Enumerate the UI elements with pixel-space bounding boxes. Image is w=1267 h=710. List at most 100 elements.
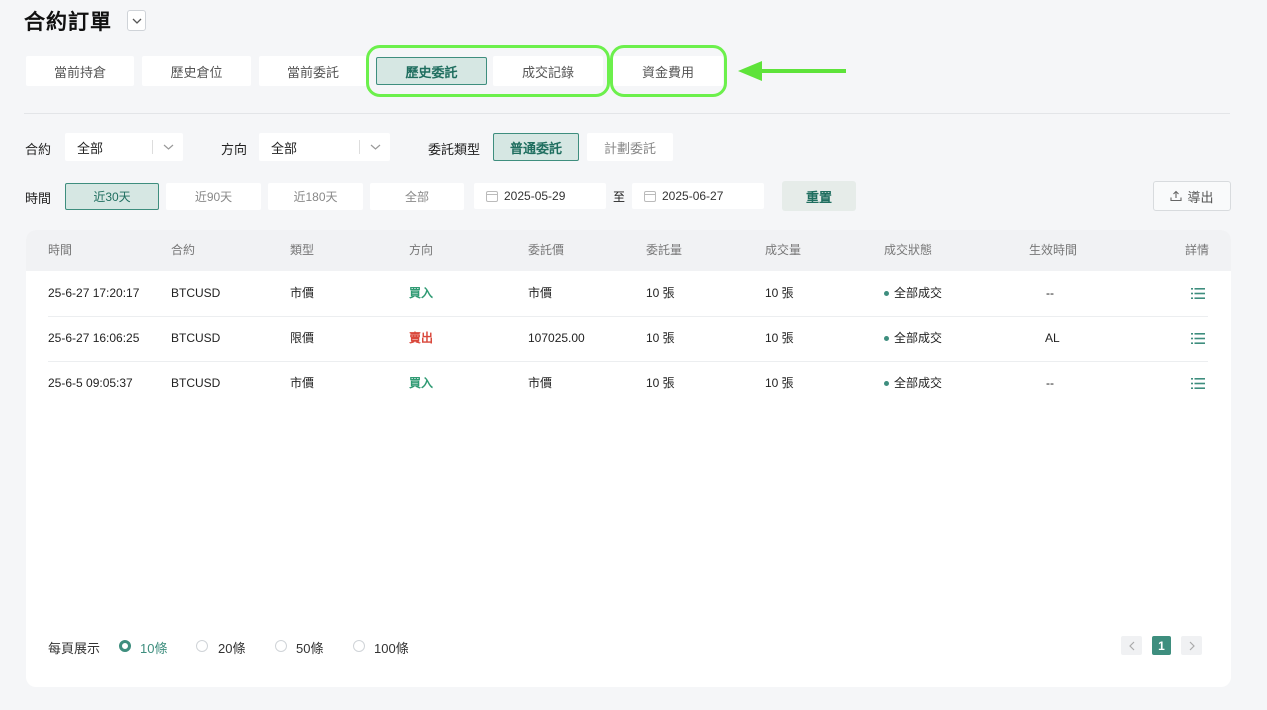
page-size-option-100[interactable]: 100條 bbox=[374, 638, 409, 657]
tab-position-history[interactable]: 歷史倉位 bbox=[142, 56, 251, 86]
cell-filled-qty: 10 張 bbox=[765, 376, 794, 390]
annotation-arrow-icon bbox=[738, 61, 762, 81]
cell-time: 25-6-5 09:05:37 bbox=[48, 376, 133, 390]
table-header: 時間 合約 類型 方向 委託價 委託量 成交量 成交狀態 生效時間 詳情 bbox=[26, 230, 1231, 271]
order-type-label: 委託類型 bbox=[428, 142, 481, 157]
cell-order-qty: 10 張 bbox=[646, 331, 675, 345]
col-type: 類型 bbox=[290, 243, 315, 257]
col-contract: 合約 bbox=[171, 243, 196, 257]
col-time: 時間 bbox=[48, 243, 73, 257]
col-order-qty: 委託量 bbox=[646, 243, 683, 257]
divider bbox=[24, 113, 1230, 114]
cell-time: 25-6-27 16:06:25 bbox=[48, 331, 140, 345]
title-dropdown-button[interactable] bbox=[127, 10, 146, 31]
cell-time: 25-6-27 17:20:17 bbox=[48, 286, 140, 300]
col-order-price: 委託價 bbox=[528, 243, 565, 257]
col-direction: 方向 bbox=[409, 243, 434, 257]
cell-filled-qty: 10 張 bbox=[765, 286, 794, 300]
cell-contract: BTCUSD bbox=[171, 331, 221, 345]
time-label: 時間 bbox=[25, 191, 52, 206]
col-details: 詳情 bbox=[1185, 243, 1210, 257]
highlight-box-funding bbox=[610, 45, 727, 97]
current-page[interactable]: 1 bbox=[1152, 636, 1171, 655]
highlight-box-orders bbox=[366, 45, 610, 97]
cell-status: 全部成交 bbox=[884, 361, 942, 406]
page-size-radio-20[interactable] bbox=[196, 640, 208, 652]
page-size-label: 每頁展示 bbox=[48, 641, 101, 656]
tab-open-orders[interactable]: 當前委託 bbox=[259, 56, 367, 86]
cell-order-price: 107025.00 bbox=[528, 331, 585, 345]
page-size-radio-50[interactable] bbox=[275, 640, 287, 652]
cell-status: 全部成交 bbox=[884, 271, 942, 316]
order-type-plan[interactable]: 計劃委託 bbox=[587, 133, 673, 161]
status-text: 全部成交 bbox=[894, 331, 943, 345]
chevron-down-icon bbox=[360, 144, 390, 150]
cell-status: 全部成交 bbox=[884, 316, 942, 361]
calendar-icon bbox=[486, 190, 498, 202]
direction-select[interactable]: 全部 bbox=[259, 133, 390, 161]
page-size-option-50[interactable]: 50條 bbox=[296, 638, 323, 657]
details-list-icon[interactable] bbox=[1191, 288, 1205, 299]
cell-filled-qty: 10 張 bbox=[765, 331, 794, 345]
cell-effective-time: -- bbox=[1046, 286, 1054, 300]
date-from-value: 2025-05-29 bbox=[504, 189, 566, 203]
chevron-down-icon bbox=[132, 18, 141, 24]
table-row: 25-6-27 17:20:17 BTCUSD 市價 買入 市價 10 張 10… bbox=[26, 271, 1231, 317]
next-page-button[interactable] bbox=[1181, 636, 1202, 655]
status-text: 全部成交 bbox=[894, 286, 943, 300]
table-row: 25-6-27 16:06:25 BTCUSD 限價 賣出 107025.00 … bbox=[26, 316, 1231, 362]
status-dot-icon bbox=[884, 291, 889, 297]
cell-direction: 買入 bbox=[409, 286, 434, 300]
reset-button[interactable]: 重置 bbox=[782, 181, 856, 211]
direction-select-value: 全部 bbox=[271, 140, 298, 156]
time-range-90d[interactable]: 近90天 bbox=[166, 183, 261, 210]
date-to-input[interactable]: 2025-06-27 bbox=[632, 183, 764, 209]
chevron-left-icon bbox=[1128, 641, 1134, 650]
page-size-option-10[interactable]: 10條 bbox=[140, 638, 167, 657]
cell-contract: BTCUSD bbox=[171, 376, 221, 390]
cell-order-price: 市價 bbox=[528, 286, 553, 300]
chevron-right-icon bbox=[1189, 641, 1195, 650]
time-range-all[interactable]: 全部 bbox=[370, 183, 464, 210]
page-title: 合約訂單 bbox=[24, 11, 112, 34]
status-dot-icon bbox=[884, 381, 889, 387]
cell-effective-time: AL bbox=[1045, 331, 1060, 345]
date-from-input[interactable]: 2025-05-29 bbox=[474, 183, 606, 209]
status-text: 全部成交 bbox=[894, 376, 943, 390]
time-range-30d[interactable]: 近30天 bbox=[65, 183, 159, 210]
direction-label: 方向 bbox=[221, 142, 248, 157]
contract-select[interactable]: 全部 bbox=[65, 133, 183, 161]
col-effective-time: 生效時間 bbox=[1029, 243, 1078, 257]
date-separator: 至 bbox=[613, 190, 626, 204]
time-range-180d[interactable]: 近180天 bbox=[268, 183, 363, 210]
details-list-icon[interactable] bbox=[1191, 333, 1205, 344]
cell-type: 限價 bbox=[290, 331, 315, 345]
cell-effective-time: -- bbox=[1046, 376, 1054, 390]
cell-type: 市價 bbox=[290, 286, 315, 300]
cell-direction: 賣出 bbox=[409, 331, 434, 345]
tab-current-positions[interactable]: 當前持倉 bbox=[26, 56, 134, 86]
table-row: 25-6-5 09:05:37 BTCUSD 市價 買入 市價 10 張 10 … bbox=[26, 361, 1231, 406]
chevron-down-icon bbox=[153, 144, 183, 150]
prev-page-button[interactable] bbox=[1121, 636, 1142, 655]
details-list-icon[interactable] bbox=[1191, 378, 1205, 389]
export-label: 導出 bbox=[1187, 189, 1214, 205]
cell-order-qty: 10 張 bbox=[646, 286, 675, 300]
date-to-value: 2025-06-27 bbox=[662, 189, 724, 203]
upload-icon bbox=[1170, 190, 1183, 202]
status-dot-icon bbox=[884, 336, 889, 342]
export-button[interactable]: 導出 bbox=[1153, 181, 1231, 211]
contract-label: 合約 bbox=[25, 142, 52, 157]
page-size-radio-100[interactable] bbox=[353, 640, 365, 652]
col-filled-qty: 成交量 bbox=[765, 243, 802, 257]
page-size-option-20[interactable]: 20條 bbox=[218, 638, 245, 657]
col-status: 成交狀態 bbox=[884, 243, 933, 257]
page-size-radio-10[interactable] bbox=[119, 640, 131, 652]
order-type-normal[interactable]: 普通委託 bbox=[493, 133, 579, 161]
contract-select-value: 全部 bbox=[77, 140, 104, 156]
calendar-icon bbox=[644, 190, 656, 202]
cell-direction: 買入 bbox=[409, 376, 434, 390]
cell-type: 市價 bbox=[290, 376, 315, 390]
orders-table-card: 時間 合約 類型 方向 委託價 委託量 成交量 成交狀態 生效時間 詳情 25-… bbox=[26, 230, 1231, 687]
annotation-arrow-line bbox=[760, 69, 846, 73]
